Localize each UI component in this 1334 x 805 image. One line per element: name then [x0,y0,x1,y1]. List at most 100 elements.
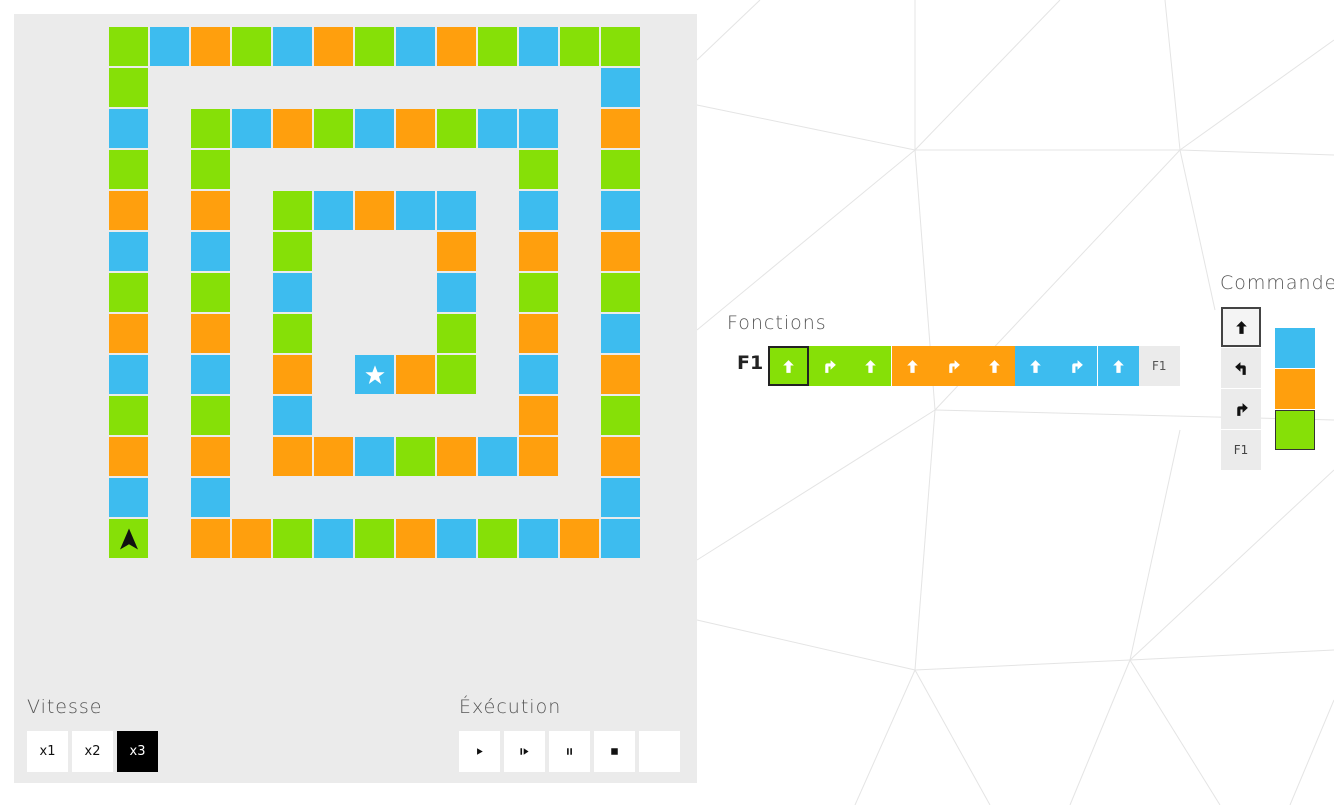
color-green-swatch[interactable] [1275,410,1315,450]
step-button[interactable] [504,731,545,772]
play-button[interactable] [459,731,500,772]
f1-slot[interactable]: F1 [1138,346,1180,386]
board-tile [519,355,558,394]
arrow-up-icon [986,358,1003,375]
f1-slot[interactable] [932,346,974,386]
board-tile [396,519,435,558]
board-tile [560,27,599,66]
f1-slot[interactable] [974,346,1015,386]
command-forward-button[interactable] [1221,307,1261,347]
board-tile [191,396,230,435]
arrow-up-icon [1027,358,1044,375]
board-tile [601,478,640,517]
turn-left-icon [1233,360,1250,377]
commands-label: Commandes [1220,272,1334,294]
board-tile [273,437,312,476]
speed-x1-button[interactable]: x1 [27,731,68,772]
board-tile [109,437,148,476]
board-tile [191,273,230,312]
board-tile [601,109,640,148]
board-tile [519,314,558,353]
speed-x2-button[interactable]: x2 [72,731,113,772]
f1-slot[interactable] [1097,346,1139,386]
board-tile [150,27,189,66]
board-tile [437,273,476,312]
board-tile [273,191,312,230]
board-tile [191,437,230,476]
command-right-button[interactable] [1221,389,1261,429]
board-tile [437,437,476,476]
arrow-up-icon [1110,358,1127,375]
board-tile [437,109,476,148]
turn-right-icon [821,358,838,375]
board-tile [601,27,640,66]
board-tile [109,109,148,148]
star-icon [355,355,394,394]
board-tile [232,27,271,66]
board-tile [314,519,353,558]
board-tile [109,191,148,230]
board-tile [314,191,353,230]
execution-label: Éxécution [459,696,562,718]
stop-icon [608,745,621,758]
clear-button[interactable]: undefined [639,731,680,772]
board-tile [478,27,517,66]
board-tile [355,519,394,558]
color-orange-swatch[interactable] [1275,369,1315,409]
board-tile [601,150,640,189]
board-tile [191,355,230,394]
board-tile [601,314,640,353]
board-tile [191,314,230,353]
f1-slot[interactable] [891,346,933,386]
turn-right-icon [1233,401,1250,418]
board-tile [601,437,640,476]
f1-slot[interactable] [1015,346,1057,386]
board-tile [273,519,312,558]
arrow-up-icon [1233,319,1250,336]
board-tile [109,478,148,517]
board-tile [478,437,517,476]
board-tile [396,355,435,394]
board-tile [355,109,394,148]
board-tile [232,519,271,558]
turn-right-icon [945,358,962,375]
board-tile [273,355,312,394]
color-blue-swatch[interactable] [1275,328,1315,368]
board-tile [519,437,558,476]
board-tile [601,355,640,394]
functions-label: Fonctions [727,312,827,334]
f1-slot[interactable] [809,346,851,386]
board-tile [314,109,353,148]
board-tile [355,27,394,66]
board-tile [478,519,517,558]
board-tile [519,396,558,435]
board-tile [109,150,148,189]
board-tile [191,478,230,517]
f1-slot[interactable] [1056,346,1098,386]
board-tile [601,519,640,558]
board-tile [396,109,435,148]
close-icon: undefined [653,745,666,758]
pause-button[interactable] [549,731,590,772]
stop-button[interactable] [594,731,635,772]
f1-slot[interactable] [850,346,892,386]
f1-slot[interactable] [768,346,809,386]
board-tile [601,273,640,312]
speed-x3-button[interactable]: x3 [117,731,158,772]
board-tile [437,191,476,230]
command-call-f1-button[interactable]: F1 [1221,430,1261,470]
game-board [14,14,697,783]
board-tile [191,519,230,558]
board-tile [191,150,230,189]
board-tile [437,355,476,394]
play-icon [473,745,486,758]
board-tile [191,27,230,66]
board-tile [109,519,148,558]
board-tile [519,150,558,189]
turn-right-icon [1068,358,1085,375]
command-left-button[interactable] [1221,348,1261,388]
board-tile [396,27,435,66]
board-tile [437,314,476,353]
board-tile [109,396,148,435]
board-tile [273,232,312,271]
